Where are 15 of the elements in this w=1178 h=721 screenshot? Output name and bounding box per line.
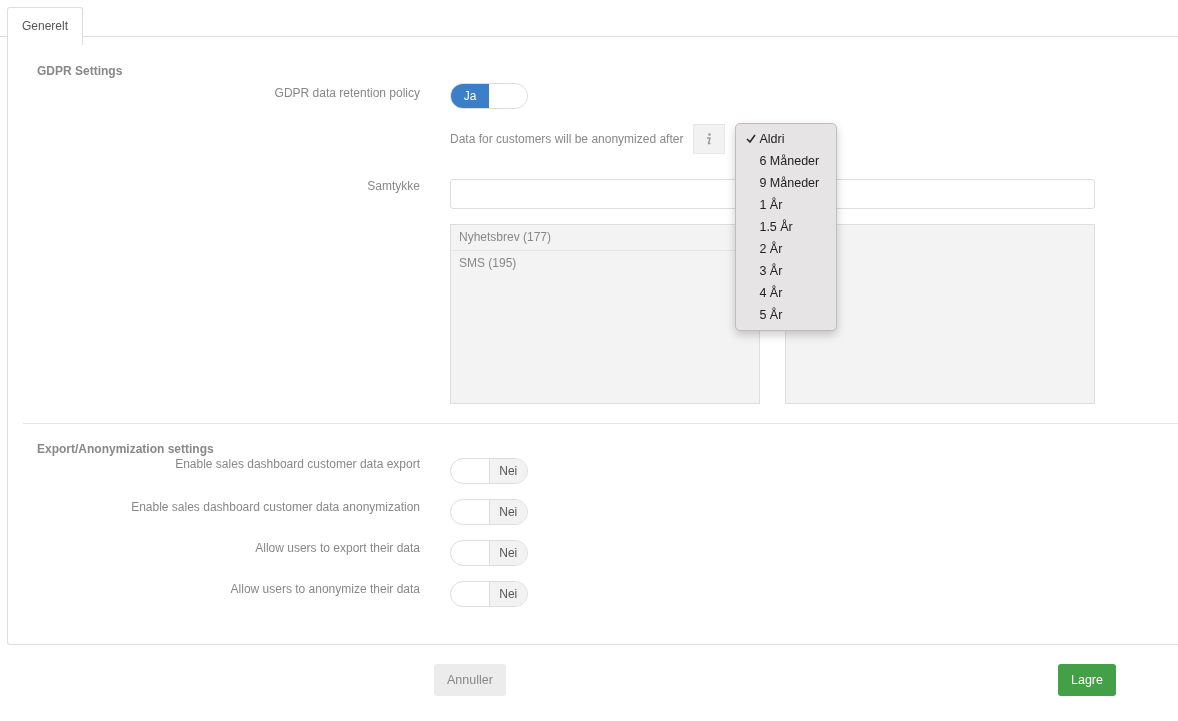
menu-option[interactable]: Aldri [736, 128, 837, 150]
info-icon [693, 124, 726, 154]
field-label: Samtykke [366, 179, 420, 195]
menu-option[interactable]: 9 Måneder [736, 172, 837, 194]
tab[interactable]: Generelt [7, 7, 84, 45]
field-label: Allow users to anonymize their data [229, 581, 420, 598]
section-heading: GDPR Settings [36, 64, 124, 78]
field-label: Enable sales dashboard customer data export [174, 456, 420, 473]
field-label: Enable sales dashboard customer data anonymization [130, 499, 420, 516]
field-label: Allow users to export their data [254, 540, 420, 557]
field-label: GDPR data retention policy [273, 85, 420, 100]
field-label: Data for customers will be anonymized after [450, 132, 684, 146]
menu-option[interactable]: 1 År [736, 194, 837, 216]
menu-option[interactable]: 6 Måneder [736, 150, 837, 172]
section-heading: Export/Anonymization settings [36, 442, 215, 456]
